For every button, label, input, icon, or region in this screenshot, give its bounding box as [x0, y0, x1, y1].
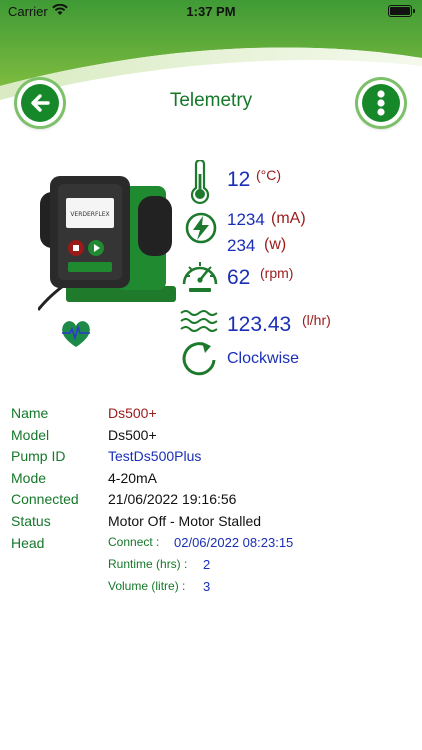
status-bar: Carrier 1:37 PM — [0, 0, 422, 24]
name-value: Ds500+ — [108, 405, 157, 421]
pump-id-label: Pump ID — [11, 448, 66, 464]
head-volume-label: Volume (litre) : — [108, 579, 186, 593]
connected-label: Connected — [11, 491, 79, 507]
thermometer-icon — [190, 160, 210, 204]
speed-unit: (rpm) — [260, 265, 294, 281]
temperature-unit: (°C) — [256, 167, 282, 183]
status-label: Status — [11, 513, 51, 529]
head-volume-value: 3 — [203, 579, 211, 594]
status-value: Motor Off - Motor Stalled — [108, 513, 262, 529]
heart-pulse-icon[interactable] — [60, 318, 92, 350]
head-label: Head — [11, 535, 45, 551]
head-connect-value: 02/06/2022 08:23:15 — [174, 535, 294, 550]
vertical-dots-icon — [377, 90, 385, 116]
direction-value: Clockwise — [227, 350, 300, 367]
menu-button[interactable] — [358, 80, 404, 126]
connected-value: 21/06/2022 19:16:56 — [108, 491, 237, 507]
flow-value: 123.43 — [227, 313, 292, 336]
battery-icon — [388, 5, 415, 17]
clockwise-rotation-icon — [182, 342, 216, 376]
pump-id-value: TestDs500Plus — [108, 448, 202, 464]
mode-label: Mode — [11, 470, 47, 486]
flow-unit: (l/hr) — [302, 312, 331, 328]
power-lightning-icon — [185, 212, 217, 244]
current-unit: (mA) — [271, 210, 306, 227]
mode-value: 4-20mA — [108, 470, 158, 486]
flow-waves-icon — [180, 310, 218, 332]
model-label: Model — [11, 427, 50, 443]
model-value: Ds500+ — [108, 427, 157, 443]
name-label: Name — [11, 405, 49, 421]
power-unit: (w) — [264, 236, 287, 253]
speed-value: 62 — [227, 266, 251, 289]
power-value: 234 — [227, 236, 256, 255]
pump-brand-text: VERDERFLEX — [70, 211, 109, 218]
speed-gauge-icon — [182, 262, 218, 292]
current-value: 1234 — [227, 210, 265, 229]
head-connect-label: Connect : — [108, 535, 160, 549]
pump-image: VERDERFLEX — [38, 176, 176, 311]
temperature-value: 12 — [227, 168, 251, 191]
clock: 1:37 PM — [186, 4, 236, 19]
head-runtime-value: 2 — [203, 557, 211, 572]
head-runtime-label: Runtime (hrs) : — [108, 557, 188, 571]
